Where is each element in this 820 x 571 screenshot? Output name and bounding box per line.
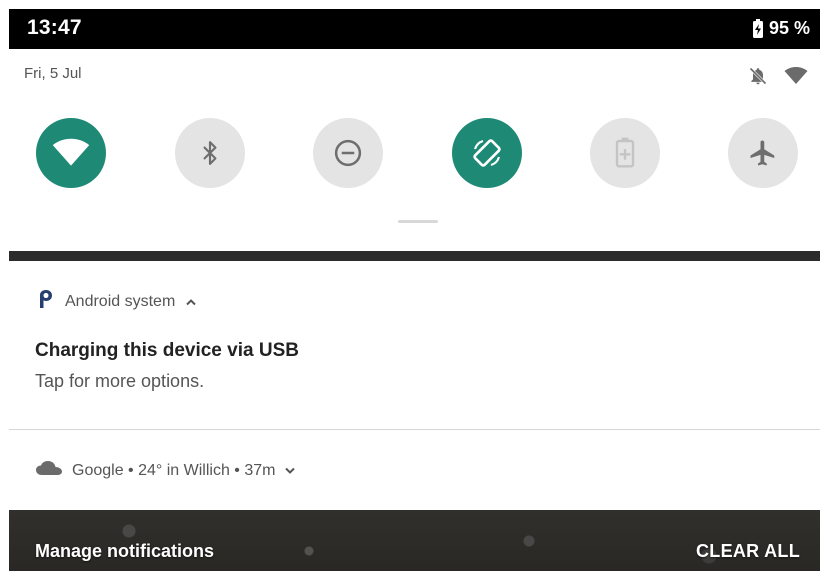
weather-summary: Google • 24° in Willich • 37m xyxy=(72,461,276,479)
tile-auto-rotate[interactable] xyxy=(452,118,522,188)
cloud-icon xyxy=(35,460,63,481)
qs-date[interactable]: Fri, 5 Jul xyxy=(24,65,82,82)
battery-percent: 95 % xyxy=(768,18,810,38)
auto-rotate-icon xyxy=(471,137,503,169)
status-bar: 13:47 95 % xyxy=(9,9,820,49)
tile-battery-saver[interactable] xyxy=(590,118,660,188)
manage-notifications-button[interactable]: Manage notifications xyxy=(35,541,214,562)
bluetooth-icon xyxy=(197,138,223,168)
clear-all-button[interactable]: CLEAR ALL xyxy=(696,541,800,562)
tile-do-not-disturb[interactable] xyxy=(313,118,383,188)
panel-drag-handle[interactable] xyxy=(398,220,438,223)
qs-top-icons xyxy=(748,66,808,90)
do-not-disturb-icon xyxy=(333,138,363,168)
wifi-icon xyxy=(52,138,90,168)
chevron-up-icon[interactable] xyxy=(185,293,197,311)
battery-charging-icon xyxy=(752,18,764,39)
notification-app-name: Android system xyxy=(65,292,176,310)
chevron-down-icon[interactable] xyxy=(284,462,296,480)
notification-title: Charging this device via USB xyxy=(35,340,299,361)
quick-settings-panel: Fri, 5 Jul xyxy=(9,49,820,256)
wifi-signal-icon xyxy=(784,67,808,89)
airplane-icon xyxy=(748,138,778,168)
notifications-off-icon xyxy=(748,66,768,90)
notification-usb-charging[interactable]: Android system Charging this device via … xyxy=(9,261,820,430)
tile-wifi[interactable] xyxy=(36,118,106,188)
notification-shade: 13:47 95 % Fri, 5 Jul Android system Cha… xyxy=(0,0,820,571)
weather-row: Google • 24° in Willich • 37m xyxy=(35,460,296,481)
notification-weather[interactable]: Google • 24° in Willich • 37m xyxy=(9,430,820,510)
battery-saver-icon xyxy=(614,137,636,169)
android-system-p-icon xyxy=(37,289,55,314)
status-right-group: 95 % xyxy=(752,18,810,39)
notification-text: Tap for more options. xyxy=(35,371,205,391)
tile-airplane-mode[interactable] xyxy=(728,118,798,188)
status-time: 13:47 xyxy=(27,16,82,39)
tile-bluetooth[interactable] xyxy=(175,118,245,188)
notification-header: Android system xyxy=(37,289,197,314)
